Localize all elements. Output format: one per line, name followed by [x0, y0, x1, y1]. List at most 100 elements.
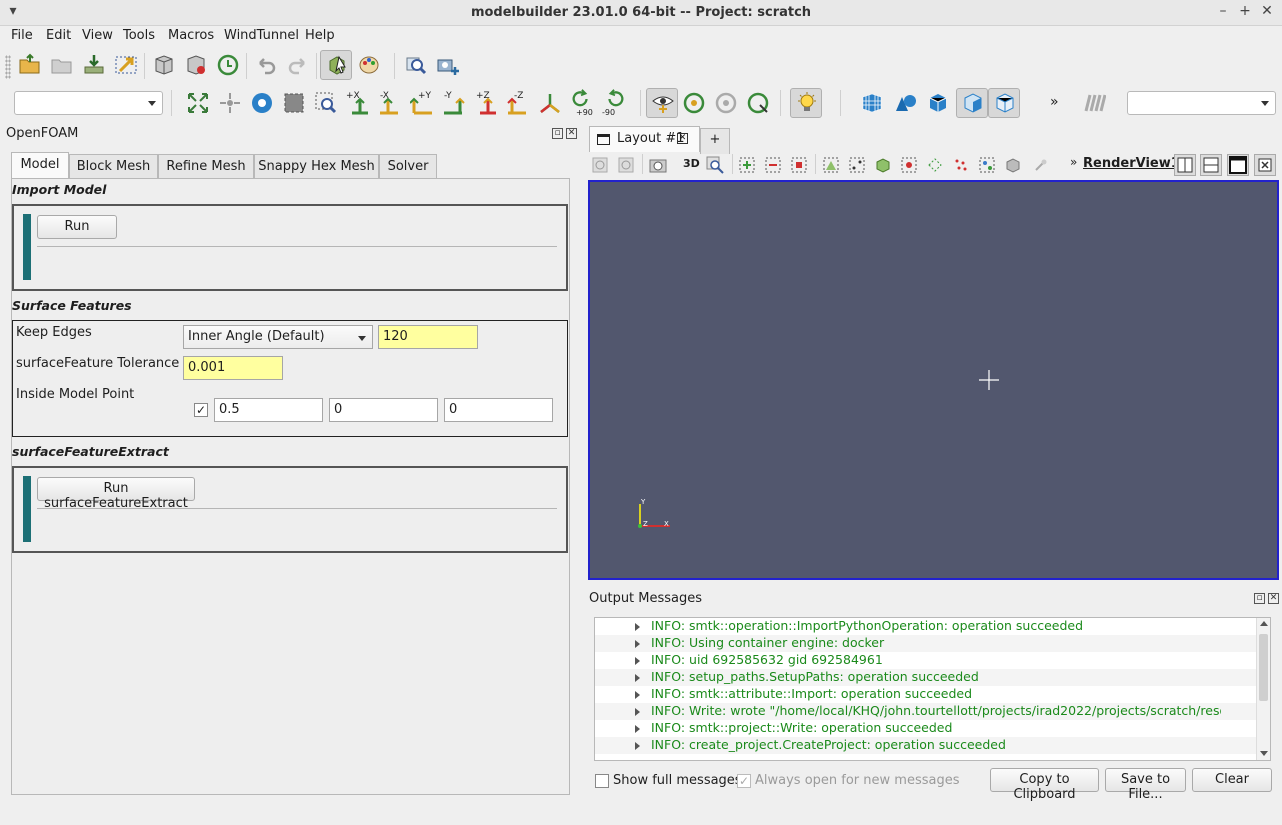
view-minus-x-button[interactable]: -X [378, 91, 402, 115]
close-project-icon[interactable] [50, 53, 74, 77]
inside-point-z-input[interactable]: 0 [444, 398, 553, 422]
redo-icon[interactable] [286, 53, 310, 77]
save-to-file-button[interactable]: Save to File... [1105, 768, 1186, 802]
close-view-icon[interactable] [1254, 154, 1276, 176]
menu-help[interactable]: Help [305, 28, 335, 43]
list-item[interactable]: INFO: create_project.CreateProject: oper… [595, 737, 1257, 754]
add-camera-icon[interactable] [436, 53, 460, 77]
select-blocks-icon[interactable] [875, 157, 891, 173]
menu-view[interactable]: View [82, 28, 113, 43]
zoom-selection-icon[interactable] [314, 91, 338, 115]
view-minus-y-button[interactable]: -Y [442, 91, 466, 115]
select-points-off-icon[interactable] [765, 157, 781, 173]
maximize-view-icon[interactable] [1227, 154, 1249, 176]
select-polygon-points-icon[interactable] [927, 157, 943, 173]
float-output-icon[interactable]: ▫ [1254, 593, 1265, 604]
copy-to-clipboard-button[interactable]: Copy to Clipboard [990, 768, 1099, 802]
tab-snappy-hex-mesh[interactable]: Snappy Hex Mesh [254, 154, 379, 180]
rotate-plus90-button[interactable]: +90 [570, 88, 596, 118]
list-item[interactable]: INFO: setup_paths.SetupPaths: operation … [595, 669, 1257, 686]
minimize-icon[interactable]: – [1214, 3, 1232, 19]
import-icon[interactable] [82, 53, 106, 77]
inside-point-x-input[interactable]: 0.5 [214, 398, 323, 422]
select-cells-icon[interactable] [823, 157, 839, 173]
float-panel-icon[interactable]: ▫ [552, 128, 563, 139]
remove-resource-icon[interactable] [184, 53, 208, 77]
run-import-button[interactable]: Run [37, 215, 117, 239]
maximize-icon[interactable]: + [1236, 3, 1254, 19]
expand-arrow-icon[interactable] [635, 725, 640, 733]
inside-point-y-input[interactable]: 0 [329, 398, 438, 422]
select-interactive-icon[interactable] [791, 157, 807, 173]
scroll-down-icon[interactable] [1260, 751, 1268, 756]
close-tab-icon[interactable]: ✕ [677, 133, 688, 144]
list-item[interactable]: INFO: uid 692585632 gid 692584961 [595, 652, 1257, 669]
expand-arrow-icon[interactable] [635, 691, 640, 699]
add-layout-tab-button[interactable]: + [700, 128, 730, 154]
menu-file[interactable]: File [11, 28, 33, 43]
mesh-grid-icon[interactable] [860, 91, 884, 115]
toolbar-overflow-button[interactable]: » [1050, 94, 1059, 110]
show-center-button[interactable] [646, 88, 678, 118]
view-plus-x-button[interactable]: +X [346, 91, 370, 115]
list-item[interactable]: INFO: smtk::operation::ImportPythonOpera… [595, 618, 1257, 635]
view-plus-y-button[interactable]: +Y [410, 91, 434, 115]
close-output-icon[interactable]: ✕ [1268, 593, 1279, 604]
tab-refine-mesh[interactable]: Refine Mesh [158, 154, 254, 180]
undo-icon[interactable] [254, 53, 278, 77]
inside-point-checkbox[interactable]: ✓ [194, 403, 208, 417]
select-points-on-icon[interactable] [739, 157, 755, 173]
rotate-center-icon[interactable] [746, 91, 770, 115]
close-icon[interactable]: ✕ [1258, 3, 1276, 19]
pick-center-icon[interactable] [714, 91, 738, 115]
list-item[interactable]: INFO: smtk::attribute::Import: operation… [595, 686, 1257, 703]
select-tool-button[interactable] [320, 50, 352, 80]
zoom-view-icon[interactable] [706, 156, 724, 174]
scroll-up-icon[interactable] [1260, 621, 1268, 626]
expand-arrow-icon[interactable] [635, 623, 640, 631]
reset-center-icon[interactable] [682, 91, 706, 115]
expand-arrow-icon[interactable] [635, 708, 640, 716]
list-item[interactable]: INFO: smtk::project::Write: operation su… [595, 720, 1257, 737]
keep-edges-select[interactable]: Inner Angle (Default) [183, 325, 373, 349]
output-message-list[interactable]: INFO: smtk::operation::ImportPythonOpera… [594, 617, 1271, 761]
menu-tools[interactable]: Tools [123, 28, 155, 43]
view-plus-z-button[interactable]: +Z [474, 91, 498, 115]
interactive-select-icon[interactable] [953, 157, 969, 173]
reset-camera-icon[interactable] [186, 91, 210, 115]
open-project-icon[interactable] [18, 53, 42, 77]
tab-model[interactable]: Model [11, 152, 69, 180]
run-extract-button[interactable]: Run surfaceFeatureExtract [37, 477, 195, 511]
export-icon[interactable] [114, 53, 138, 77]
clear-selection-icon[interactable] [1033, 157, 1049, 173]
view-toolbar-overflow-button[interactable]: » [1070, 155, 1077, 169]
tab-solver[interactable]: Solver [379, 154, 437, 180]
hover-points-icon[interactable] [979, 157, 995, 173]
find-data-icon[interactable] [404, 53, 428, 77]
split-vertical-view-icon[interactable] [1200, 154, 1222, 176]
show-full-messages-checkbox[interactable] [595, 774, 609, 788]
hover-cells-icon[interactable] [1005, 157, 1021, 173]
rotate-minus90-button[interactable]: -90 [602, 88, 628, 118]
tab-layout-1[interactable]: Layout #1 ✕ [589, 126, 700, 152]
clear-button[interactable]: Clear [1192, 768, 1272, 792]
solid-cube-icon[interactable] [926, 91, 950, 115]
menu-edit[interactable]: Edit [46, 28, 71, 43]
split-horizontal-icon[interactable] [592, 157, 608, 173]
keep-edges-angle-input[interactable]: 120 [378, 325, 478, 349]
shapes-icon[interactable] [894, 91, 918, 115]
shaded-cube-button[interactable] [956, 88, 988, 118]
color-palette-icon[interactable] [358, 53, 382, 77]
expand-arrow-icon[interactable] [635, 640, 640, 648]
isometric-view-icon[interactable] [538, 91, 562, 115]
toggle-3d-button[interactable]: 3D [683, 157, 700, 170]
wire-cube-button[interactable] [988, 88, 1020, 118]
list-item[interactable]: INFO: Using container engine: docker [595, 635, 1257, 652]
representation-combo[interactable] [14, 91, 163, 115]
color-map-combo[interactable] [1127, 91, 1276, 115]
resource-icon[interactable] [152, 53, 176, 77]
always-open-checkbox[interactable]: ✓ [737, 774, 751, 788]
camera-capture-icon[interactable] [649, 156, 667, 174]
select-polygon-cells-icon[interactable] [901, 157, 917, 173]
vertical-scrollbar[interactable] [1256, 618, 1270, 760]
